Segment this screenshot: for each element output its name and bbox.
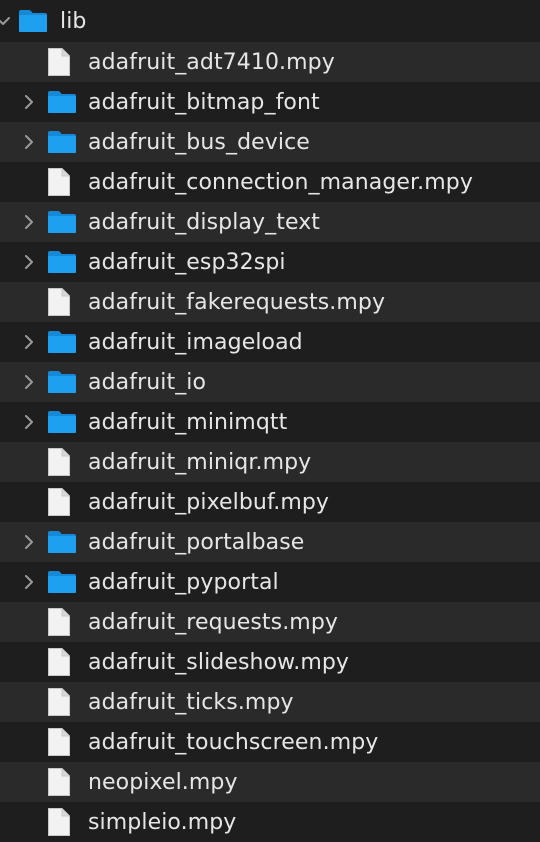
folder-row-adafruit-portalbase[interactable]: adafruit_portalbase	[0, 522, 540, 562]
item-name: adafruit_fakerequests.mpy	[88, 289, 386, 315]
file-icon	[47, 287, 71, 317]
chevron-right-icon[interactable]	[24, 375, 34, 389]
file-row-adafruit-fakerequests-mpy[interactable]: adafruit_fakerequests.mpy	[0, 282, 540, 322]
folder-icon	[47, 530, 77, 554]
file-icon	[47, 807, 71, 837]
file-row-neopixel-mpy[interactable]: neopixel.mpy	[0, 762, 540, 802]
file-row-adafruit-connection-manager-mpy[interactable]: adafruit_connection_manager.mpy	[0, 162, 540, 202]
item-name: adafruit_esp32spi	[88, 249, 286, 275]
chevron-right-icon[interactable]	[24, 95, 34, 109]
chevron-right-icon[interactable]	[24, 135, 34, 149]
chevron-right-icon[interactable]	[24, 255, 34, 269]
folder-icon	[47, 130, 77, 154]
item-name: adafruit_requests.mpy	[88, 609, 338, 635]
folder-icon	[47, 210, 77, 234]
file-icon	[47, 47, 71, 77]
item-name: lib	[60, 8, 87, 34]
folder-icon	[47, 410, 77, 434]
chevron-right-icon[interactable]	[24, 575, 34, 589]
item-name: adafruit_portalbase	[88, 529, 305, 555]
file-row-adafruit-touchscreen-mpy[interactable]: adafruit_touchscreen.mpy	[0, 722, 540, 762]
folder-icon	[47, 330, 77, 354]
file-icon	[47, 687, 71, 717]
item-name: simpleio.mpy	[88, 809, 237, 835]
file-row-adafruit-requests-mpy[interactable]: adafruit_requests.mpy	[0, 602, 540, 642]
file-icon	[47, 447, 71, 477]
file-icon	[47, 167, 71, 197]
folder-row-adafruit-esp32spi[interactable]: adafruit_esp32spi	[0, 242, 540, 282]
folder-icon	[47, 90, 77, 114]
chevron-right-icon[interactable]	[24, 215, 34, 229]
item-name: adafruit_touchscreen.mpy	[88, 729, 379, 755]
folder-row-adafruit-imageload[interactable]: adafruit_imageload	[0, 322, 540, 362]
file-row-adafruit-ticks-mpy[interactable]: adafruit_ticks.mpy	[0, 682, 540, 722]
file-row-adafruit-pixelbuf-mpy[interactable]: adafruit_pixelbuf.mpy	[0, 482, 540, 522]
folder-row-adafruit-display-text[interactable]: adafruit_display_text	[0, 202, 540, 242]
file-icon	[47, 767, 71, 797]
folder-icon	[18, 9, 48, 33]
chevron-right-icon[interactable]	[24, 335, 34, 349]
item-name: adafruit_bitmap_font	[88, 89, 320, 115]
file-row-adafruit-slideshow-mpy[interactable]: adafruit_slideshow.mpy	[0, 642, 540, 682]
item-name: neopixel.mpy	[88, 769, 238, 795]
chevron-right-icon[interactable]	[24, 535, 34, 549]
item-name: adafruit_bus_device	[88, 129, 310, 155]
file-tree: lib adafruit_adt7410.mpy adafruit_bitmap_f…	[0, 0, 540, 842]
item-name: adafruit_display_text	[88, 209, 321, 235]
chevron-right-icon[interactable]	[24, 415, 34, 429]
item-name: adafruit_miniqr.mpy	[88, 449, 312, 475]
chevron-down-icon[interactable]	[0, 16, 10, 26]
folder-row-lib[interactable]: lib	[0, 0, 540, 42]
file-row-simpleio-mpy[interactable]: simpleio.mpy	[0, 802, 540, 842]
folder-icon	[47, 570, 77, 594]
folder-icon	[47, 250, 77, 274]
folder-row-adafruit-io[interactable]: adafruit_io	[0, 362, 540, 402]
folder-row-adafruit-pyportal[interactable]: adafruit_pyportal	[0, 562, 540, 602]
item-name: adafruit_ticks.mpy	[88, 689, 294, 715]
file-icon	[47, 487, 71, 517]
file-row-adafruit-miniqr-mpy[interactable]: adafruit_miniqr.mpy	[0, 442, 540, 482]
folder-row-adafruit-bitmap-font[interactable]: adafruit_bitmap_font	[0, 82, 540, 122]
item-name: adafruit_io	[88, 369, 207, 395]
folder-icon	[47, 370, 77, 394]
file-row-adafruit-adt7410-mpy[interactable]: adafruit_adt7410.mpy	[0, 42, 540, 82]
file-icon	[47, 647, 71, 677]
item-name: adafruit_adt7410.mpy	[88, 49, 335, 75]
item-name: adafruit_connection_manager.mpy	[88, 169, 473, 195]
file-icon	[47, 727, 71, 757]
folder-row-adafruit-bus-device[interactable]: adafruit_bus_device	[0, 122, 540, 162]
file-icon	[47, 607, 71, 637]
item-name: adafruit_slideshow.mpy	[88, 649, 350, 675]
item-name: adafruit_minimqtt	[88, 409, 288, 435]
item-name: adafruit_pyportal	[88, 569, 279, 595]
item-name: adafruit_imageload	[88, 329, 303, 355]
item-name: adafruit_pixelbuf.mpy	[88, 489, 330, 515]
folder-row-adafruit-minimqtt[interactable]: adafruit_minimqtt	[0, 402, 540, 442]
